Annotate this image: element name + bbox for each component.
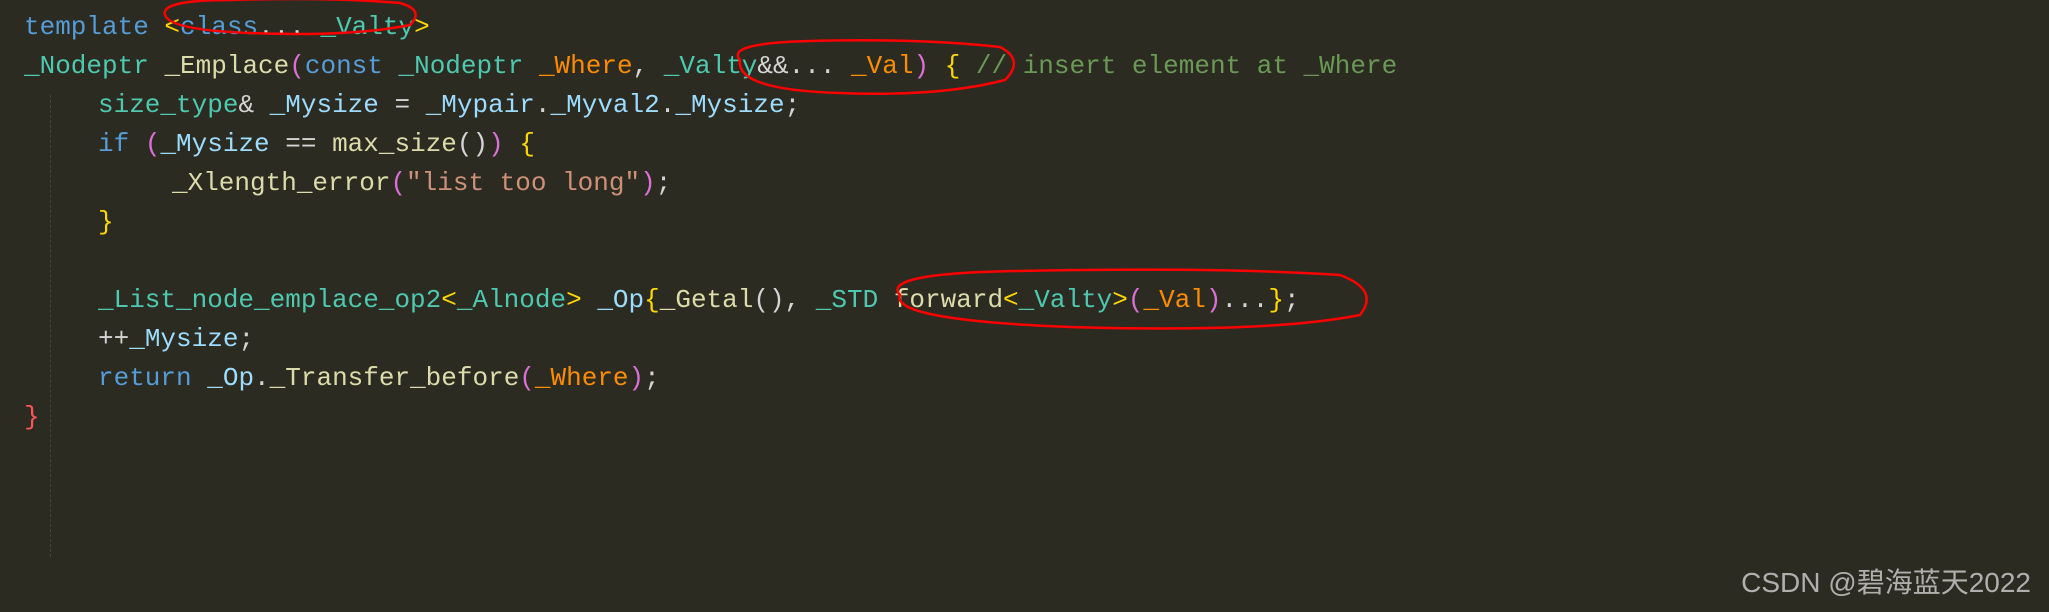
emplace-func: _Emplace (164, 51, 289, 81)
xlength-func: _Xlength_error (172, 168, 390, 198)
mysize-var-2: _Mysize (160, 129, 269, 159)
size-type: size_type (98, 90, 238, 120)
code-line-6: } (0, 203, 2049, 242)
increment-op: ++ (98, 324, 129, 354)
code-line-1: template <class... _Valty> (0, 8, 2049, 47)
code-line-3: size_type& _Mysize = _Mypair._Myval2._My… (0, 86, 2049, 125)
string-literal: "list too long" (406, 168, 640, 198)
valty-type-2: _Valty (664, 51, 758, 81)
op-var-2: _Op (207, 363, 254, 393)
code-line-5: _Xlength_error("list too long"); (0, 164, 2049, 203)
code-line-4: if (_Mysize == max_size()) { (0, 125, 2049, 164)
code-line-7 (0, 242, 2049, 281)
where-param: _Where (539, 51, 633, 81)
ellipsis: ... (258, 12, 305, 42)
myval2-var: _Myval2 (551, 90, 660, 120)
watermark: CSDN @碧海蓝天2022 (1741, 562, 2031, 604)
code-line-2: _Nodeptr _Emplace(const _Nodeptr _Where,… (0, 47, 2049, 86)
template-keyword: template (24, 12, 149, 42)
if-keyword: if (98, 129, 129, 159)
valty-type-3: _Valty (1019, 285, 1113, 315)
mysize-var-3: _Mysize (129, 324, 238, 354)
code-line-9: ++_Mysize; (0, 320, 2049, 359)
paren-close: ) (913, 51, 929, 81)
maxsize-func: max_size (332, 129, 457, 159)
val-param-2: _Val (1144, 285, 1206, 315)
mypair-var: _Mypair (426, 90, 535, 120)
class-keyword: class (180, 12, 258, 42)
code-line-10: return _Op._Transfer_before(_Where); (0, 359, 2049, 398)
comment: // insert element at _Where (960, 51, 1397, 81)
const-keyword: const (305, 51, 383, 81)
angle-open: < (149, 12, 180, 42)
valty-type: _Valty (305, 12, 414, 42)
mysize-var: _Mysize (270, 90, 379, 120)
return-keyword: return (98, 363, 192, 393)
transfer-func: _Transfer_before (270, 363, 520, 393)
brace-open: { (945, 51, 961, 81)
forward-func: forward (894, 285, 1003, 315)
indent-guide (50, 95, 51, 557)
code-line-8: _List_node_emplace_op2<_Alnode> _Op{_Get… (0, 281, 2049, 320)
getal-func: _Getal (660, 285, 754, 315)
code-line-11: } (0, 398, 2049, 437)
alnode-type: _Alnode (457, 285, 566, 315)
listnode-type: _List_node_emplace_op2 (98, 285, 441, 315)
where-param-2: _Where (535, 363, 629, 393)
op-var: _Op (597, 285, 644, 315)
rvalue-ref: && (757, 51, 788, 81)
val-param: _Val (851, 51, 913, 81)
std-macro: _STD (816, 285, 878, 315)
paren-open: ( (289, 51, 305, 81)
nodeptr-type: _Nodeptr (24, 51, 164, 81)
angle-close: > (414, 12, 430, 42)
nodeptr-type-2: _Nodeptr (399, 51, 524, 81)
mysize2-var: _Mysize (675, 90, 784, 120)
